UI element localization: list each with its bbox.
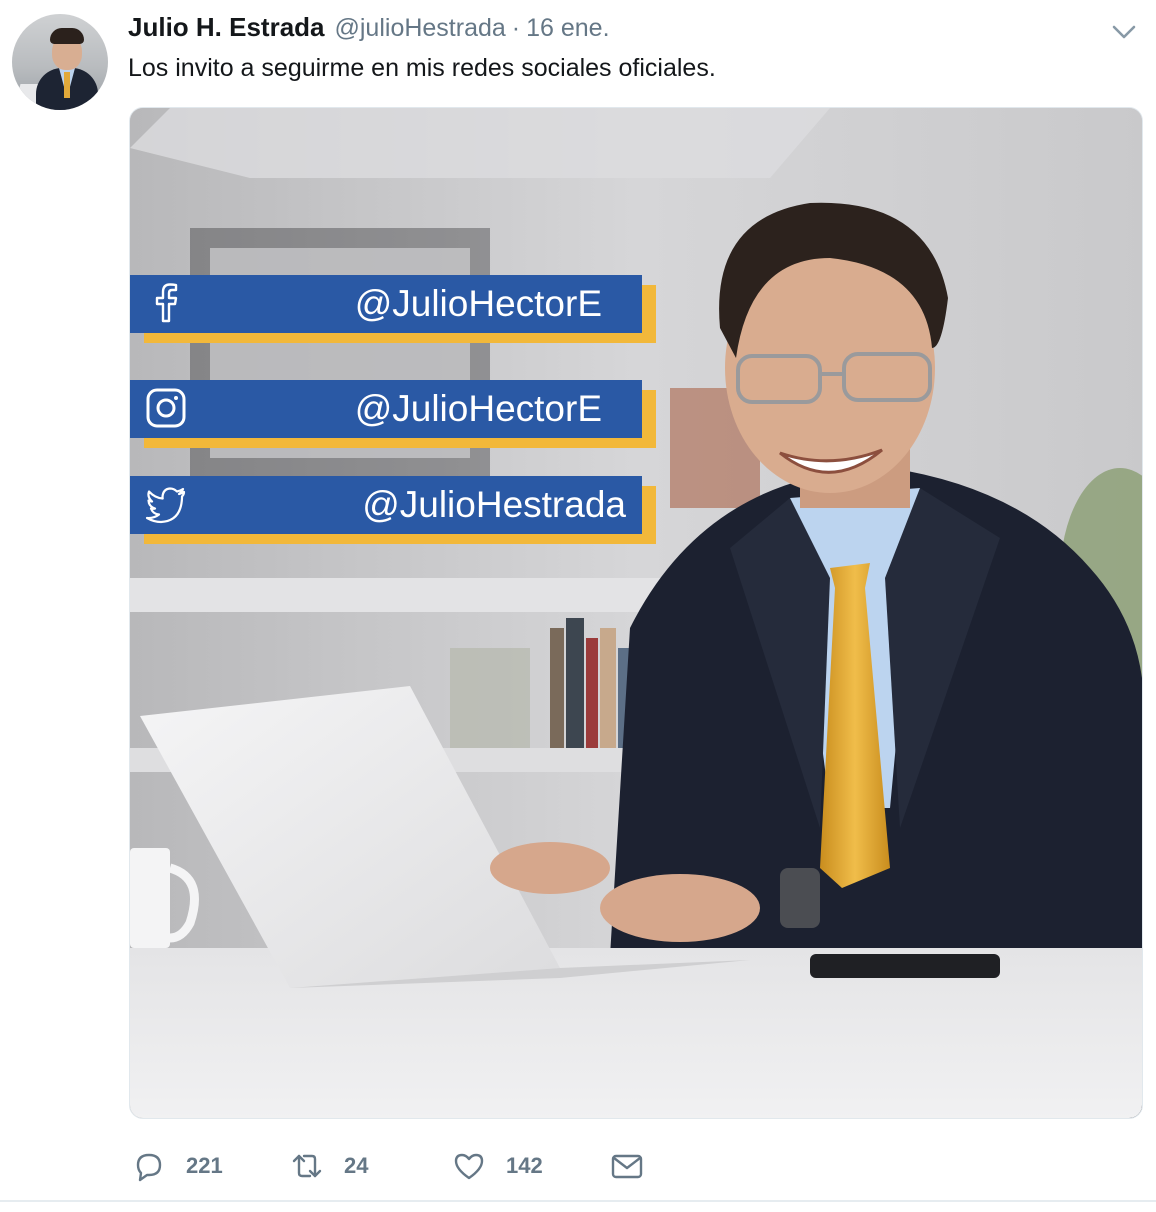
book-stack xyxy=(450,648,530,748)
avatar-hair xyxy=(50,28,84,44)
envelope-icon xyxy=(611,1154,643,1179)
facebook-icon xyxy=(155,283,178,323)
shelf-top xyxy=(130,108,830,178)
avatar-tie xyxy=(64,72,70,98)
twitter-banner: @JulioHestrada xyxy=(130,476,642,534)
author-handle[interactable]: @julioHestrada xyxy=(335,14,506,43)
instagram-icon xyxy=(146,388,186,428)
tweet-image[interactable]: @JulioHectorE @JulioHectorE @JulioHestra… xyxy=(129,107,1143,1119)
avatar[interactable] xyxy=(12,14,108,110)
chevron-down-icon[interactable] xyxy=(1108,16,1140,48)
like-count: 142 xyxy=(506,1153,543,1178)
reply-button[interactable]: 221 xyxy=(132,1146,223,1186)
instagram-handle: @JulioHectorE xyxy=(354,388,602,429)
tweet-actions: 221 24 142 xyxy=(132,1146,692,1186)
twitter-handle: @JulioHestrada xyxy=(362,484,626,525)
tweet: Julio H. Estrada @julioHestrada · 16 ene… xyxy=(0,0,1156,1212)
reply-count: 221 xyxy=(186,1153,223,1178)
photo-scene xyxy=(130,108,1142,1118)
book xyxy=(600,628,616,748)
direct-message-button[interactable] xyxy=(610,1146,644,1186)
retweet-icon xyxy=(292,1154,322,1178)
reply-icon xyxy=(136,1153,162,1182)
phone xyxy=(810,954,1000,978)
hand-left xyxy=(490,842,610,894)
facebook-handle: @JulioHectorE xyxy=(354,283,602,324)
book xyxy=(550,628,564,748)
twitter-icon xyxy=(145,487,186,524)
mug xyxy=(130,848,170,948)
divider xyxy=(0,1200,1156,1202)
book xyxy=(586,638,598,748)
like-button[interactable]: 142 xyxy=(452,1146,543,1186)
author-name[interactable]: Julio H. Estrada xyxy=(128,12,325,43)
retweet-count: 24 xyxy=(344,1153,369,1178)
tweet-header: Julio H. Estrada @julioHestrada · 16 ene… xyxy=(128,12,610,46)
watch xyxy=(780,868,820,928)
retweet-button[interactable]: 24 xyxy=(290,1146,368,1186)
separator-dot: · xyxy=(511,14,521,42)
hand-right xyxy=(600,874,760,942)
facebook-banner: @JulioHectorE xyxy=(130,275,642,333)
instagram-banner: @JulioHectorE xyxy=(130,380,642,438)
tweet-text: Los invito a seguirme en mis redes socia… xyxy=(128,54,716,82)
heart-icon xyxy=(454,1153,484,1180)
book xyxy=(566,618,584,748)
timestamp[interactable]: 16 ene. xyxy=(526,14,609,43)
